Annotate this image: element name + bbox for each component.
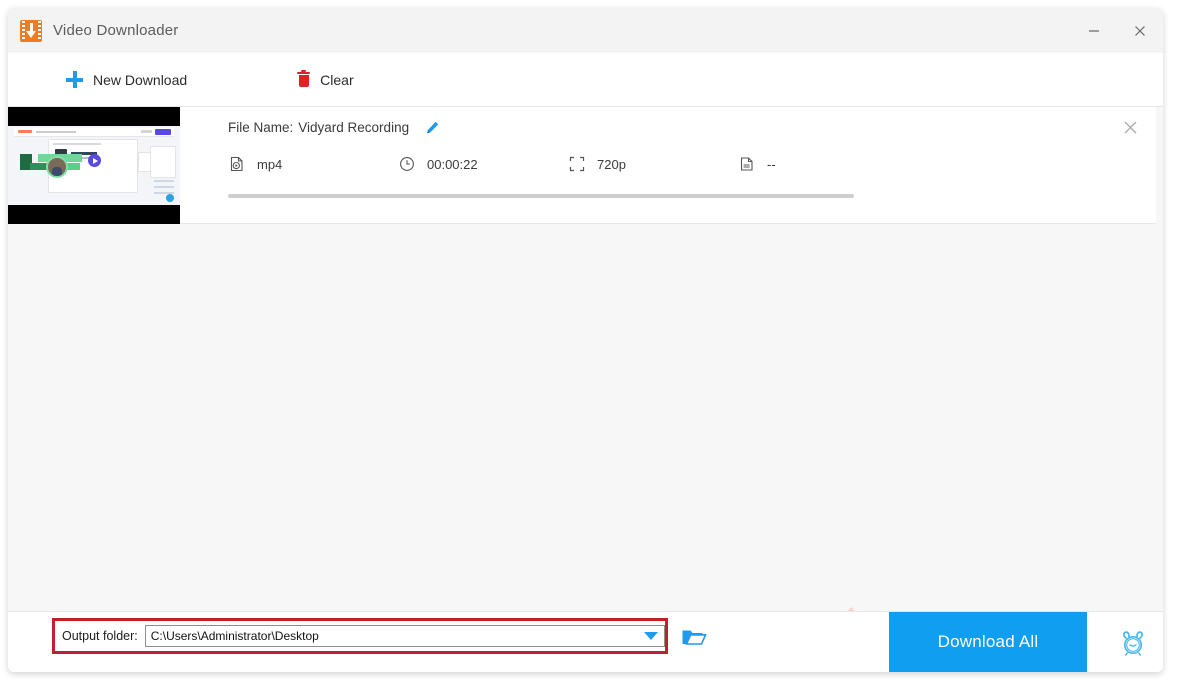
clear-label: Clear bbox=[320, 71, 354, 88]
application-window: Video Downloader New Download Clear File… bbox=[8, 8, 1163, 672]
duration-field: 00:00:22 bbox=[398, 155, 568, 173]
app-logo-icon bbox=[20, 19, 42, 42]
clock-icon bbox=[398, 155, 416, 173]
download-all-label: Download All bbox=[937, 632, 1039, 651]
resolution-value: 720p bbox=[597, 156, 626, 172]
download-all-button[interactable]: Download All bbox=[889, 612, 1087, 672]
duration-value: 00:00:22 bbox=[427, 156, 478, 172]
file-name-row: File Name: Vidyard Recording bbox=[228, 120, 440, 135]
chevron-down-icon[interactable] bbox=[643, 632, 658, 640]
video-file-icon bbox=[228, 155, 246, 173]
output-folder-input[interactable]: C:\Users\Administrator\Desktop bbox=[144, 625, 665, 647]
trash-icon bbox=[297, 69, 311, 88]
format-field: mp4 bbox=[228, 155, 398, 173]
footer-bar: Output folder: C:\Users\Administrator\De… bbox=[8, 611, 1163, 672]
clear-button[interactable]: Clear bbox=[297, 53, 354, 106]
metadata-row: mp4 00:00:22 720p -- bbox=[228, 155, 1126, 173]
minimize-button[interactable] bbox=[1071, 8, 1117, 53]
resolution-field: 720p bbox=[568, 155, 738, 173]
new-download-button[interactable]: New Download bbox=[66, 53, 187, 106]
toolbar: New Download Clear bbox=[8, 53, 1163, 107]
new-download-label: New Download bbox=[93, 71, 188, 88]
output-folder-label: Output folder: bbox=[62, 629, 138, 643]
document-icon bbox=[738, 155, 756, 173]
browse-folder-button[interactable] bbox=[681, 627, 707, 647]
title-bar: Video Downloader bbox=[8, 8, 1163, 53]
window-title: Video Downloader bbox=[53, 22, 179, 39]
scheduler-button[interactable] bbox=[1118, 628, 1148, 658]
resize-icon bbox=[568, 155, 586, 173]
output-folder-value: C:\Users\Administrator\Desktop bbox=[150, 629, 319, 643]
progress-bar bbox=[228, 194, 854, 198]
file-size-field: -- bbox=[738, 155, 776, 173]
output-folder-row: Output folder: C:\Users\Administrator\De… bbox=[52, 618, 668, 654]
close-button[interactable] bbox=[1117, 8, 1163, 53]
remove-item-button[interactable] bbox=[1120, 117, 1140, 137]
video-thumbnail bbox=[8, 107, 180, 224]
download-item-details: File Name: Vidyard Recording mp4 00:00:2… bbox=[180, 107, 1156, 224]
file-name-label: File Name: bbox=[228, 120, 294, 135]
window-controls bbox=[1071, 8, 1163, 53]
download-list: File Name: Vidyard Recording mp4 00:00:2… bbox=[8, 107, 1163, 611]
file-name-value: Vidyard Recording bbox=[298, 120, 410, 135]
plus-icon bbox=[66, 71, 83, 88]
download-item-row[interactable]: File Name: Vidyard Recording mp4 00:00:2… bbox=[8, 107, 1156, 224]
pencil-icon[interactable] bbox=[425, 120, 440, 135]
format-value: mp4 bbox=[257, 156, 283, 172]
file-size-value: -- bbox=[767, 156, 776, 172]
